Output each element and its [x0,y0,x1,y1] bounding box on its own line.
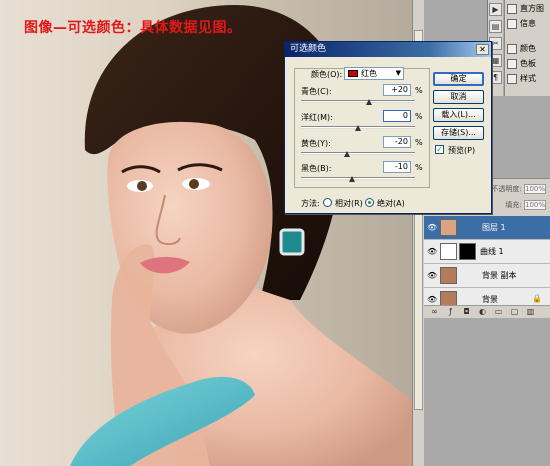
layer-name: 曲线 1 [480,247,504,256]
swatches-icon [507,58,517,69]
layer-name: 背景 [482,295,498,304]
color-label: 颜色(O): [311,70,343,79]
eye-icon[interactable]: 👁 [427,271,437,280]
dialog-title: 可选颜色 [290,44,327,54]
dialog-titlebar[interactable]: 可选颜色 ✕ [285,42,491,57]
cyan-label: 青色(C): [301,87,332,96]
absolute-radio[interactable] [365,198,374,207]
chevron-down-icon: ▼ [395,69,401,77]
method-label: 方法: [301,199,320,208]
yellow-slider-track[interactable] [301,152,415,155]
adjustment-icon[interactable]: ◐ [478,307,487,317]
fill-field[interactable]: 100% [524,200,546,210]
panel-styles[interactable]: 样式 [507,72,549,86]
eye-icon[interactable]: 👁 [427,247,437,256]
cyan-slider-track[interactable] [301,100,415,103]
layer-name: 背景 副本 [482,271,517,280]
fill-row: 填充: 100% [505,200,546,212]
fx-icon[interactable]: ƒ [446,307,455,317]
trash-icon[interactable]: ▥ [526,307,535,317]
magenta-value-field[interactable]: 0 [383,110,411,122]
link-icon[interactable]: ∞ [430,307,439,317]
absolute-label: 绝对(A) [377,199,405,208]
black-value-field[interactable]: -10 [383,161,411,173]
ok-button[interactable]: 确定 [433,72,484,86]
panel-info[interactable]: 信息 [507,17,549,31]
yellow-slider-knob[interactable] [343,151,350,157]
preview-checkbox[interactable]: ✓ [435,145,444,154]
opacity-field[interactable]: 100% [524,184,546,194]
panel-color[interactable]: 颜色 [507,42,549,56]
yellow-value-field[interactable]: -20 [383,136,411,148]
play-icon[interactable]: ▶ [489,3,502,16]
color-select[interactable]: 红色 ▼ [344,67,404,80]
layer-thumbnail [440,267,457,284]
yellow-label: 黄色(Y): [301,139,331,148]
black-label: 黑色(B): [301,164,332,173]
cyan-value-field[interactable]: +20 [383,84,411,96]
magenta-percent: % [415,112,423,121]
relative-radio[interactable] [323,198,332,207]
layer-row[interactable]: 👁 曲线 1 [424,240,550,264]
cancel-button[interactable]: 取消 [433,90,484,104]
curves-adjustment-icon [440,243,457,260]
red-swatch [348,70,358,77]
preview-label: 预览(P) [448,146,476,155]
close-icon: ✕ [479,45,486,54]
layer-name: 图层 1 [482,223,506,232]
info-icon [507,18,517,29]
new-layer-icon[interactable]: ▢ [510,307,519,317]
opacity-row: 不透明度: 100% [491,184,546,196]
layer-row[interactable]: 👁 背景 副本 [424,264,550,288]
tutorial-caption: 图像—可选颜色：具体数据见图。 [24,20,242,36]
yellow-percent: % [415,138,423,147]
black-percent: % [415,163,423,172]
group-icon[interactable]: ▭ [494,307,503,317]
save-button[interactable]: 存储(S)... [433,126,484,140]
histogram-icon [507,3,517,14]
panel-histogram[interactable]: 直方图 [507,2,549,16]
eye-icon[interactable]: 👁 [427,295,437,304]
mask-icon[interactable]: ◘ [462,307,471,317]
color-icon [507,43,517,54]
panel-swatches[interactable]: 色板 [507,57,549,71]
black-slider-knob[interactable] [349,176,356,182]
styles-icon [507,73,517,84]
load-button[interactable]: 载入(L)... [433,108,484,122]
opacity-label: 不透明度: [491,185,522,193]
color-select-value: 红色 [361,69,377,78]
lock-icon: 🔒 [532,294,542,303]
fill-label: 填充: [505,201,522,209]
layer-thumbnail [440,219,457,236]
cyan-percent: % [415,86,423,95]
selective-color-dialog: 可选颜色 ✕ 颜色(O): 红色 ▼ 青色(C): +20 % 洋红(M): 0… [284,41,492,214]
close-button[interactable]: ✕ [476,44,489,55]
cyan-slider-knob[interactable] [366,99,373,105]
mini-panel: 直方图 信息 颜色 色板 样式 [504,0,550,96]
eye-icon[interactable]: 👁 [427,223,437,232]
file-icon[interactable]: ▤ [489,20,502,33]
magenta-slider-knob[interactable] [355,125,361,131]
relative-label: 相对(R) [335,199,363,208]
layers-toolbar: ∞ ƒ ◘ ◐ ▭ ▢ ▥ [424,305,550,318]
layer-mask-thumbnail [459,243,476,260]
black-slider-track[interactable] [301,177,415,180]
layer-row[interactable]: 👁 图层 1 [424,216,550,240]
magenta-label: 洋红(M): [301,113,333,122]
